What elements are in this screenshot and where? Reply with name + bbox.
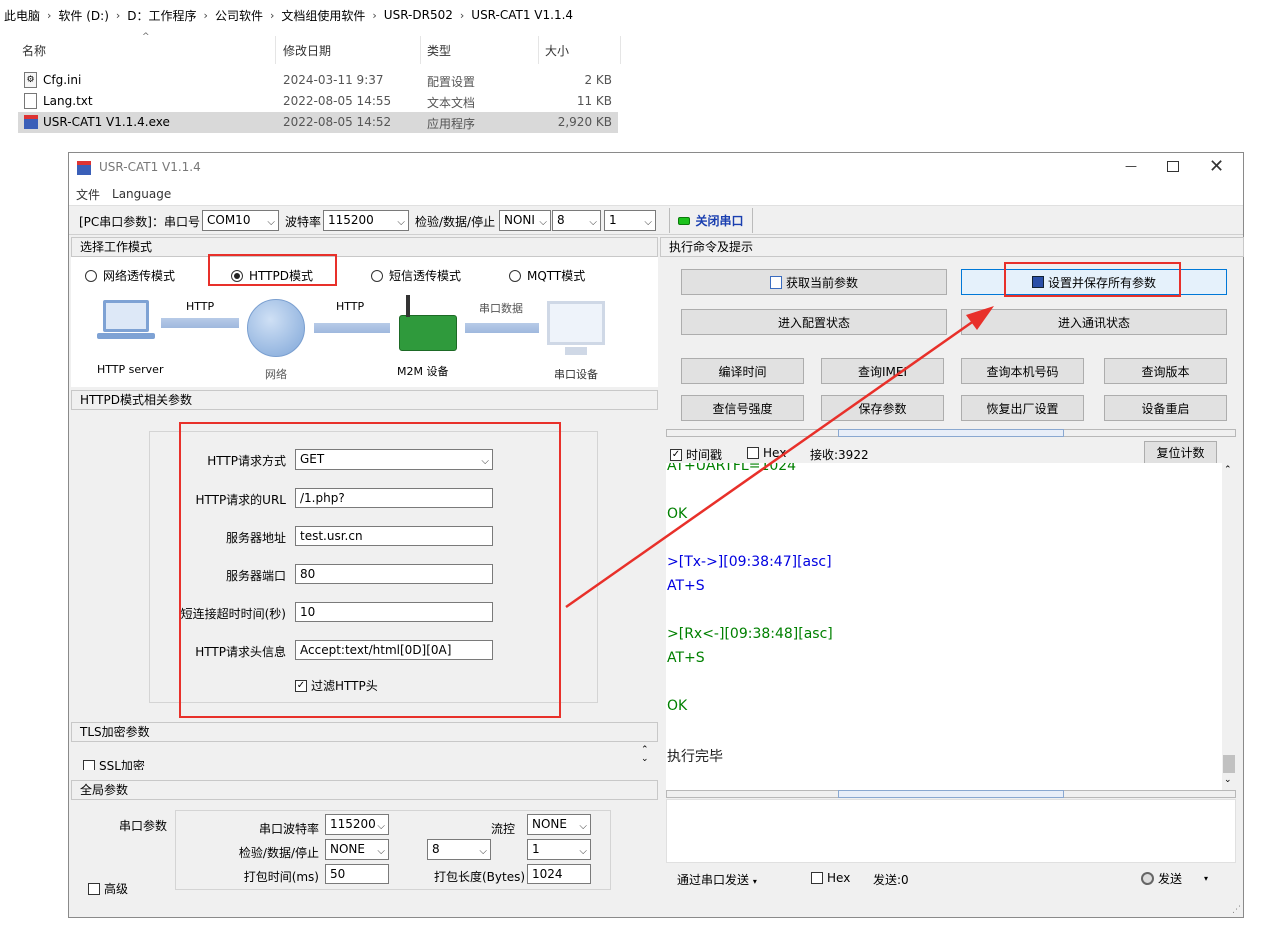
- arrow-head-icon: [966, 306, 994, 330]
- arrow-line: [565, 316, 979, 609]
- annotation-arrow: [565, 306, 994, 609]
